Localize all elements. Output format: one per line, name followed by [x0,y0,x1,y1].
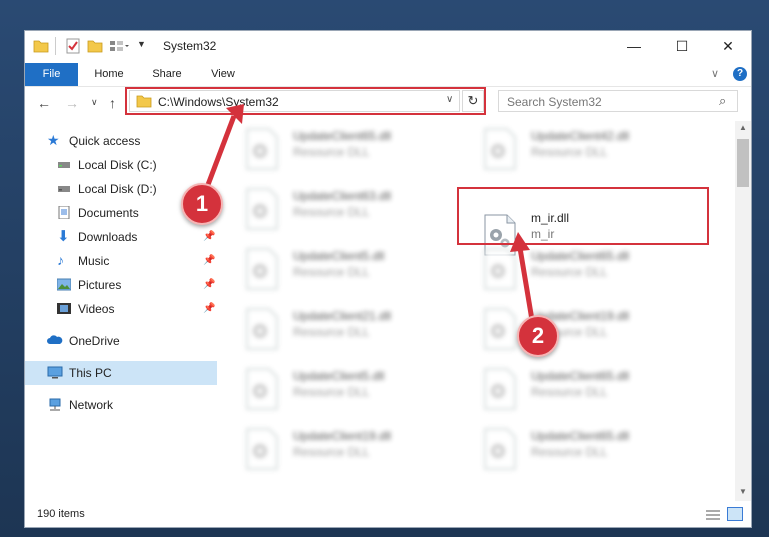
callout-2: 2 [517,315,559,357]
callout-1: 1 [181,183,223,225]
arrow-head-2 [510,232,530,252]
annotation-arrows [203,104,535,321]
arrow-head-1 [226,104,244,124]
